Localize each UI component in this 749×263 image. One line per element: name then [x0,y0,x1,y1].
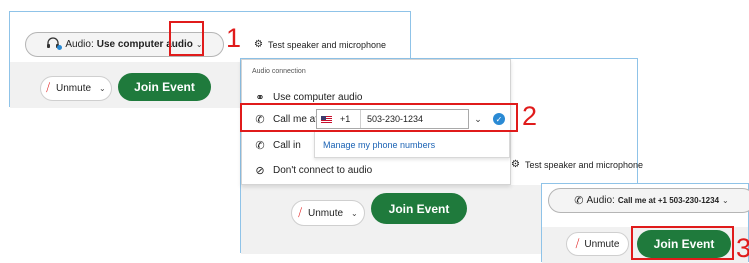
phone-callback-icon: ✆ [574,195,584,207]
step2-highlight [240,103,518,132]
mic-muted-icon: ⧸ [575,237,580,250]
audio-dropdown[interactable]: ✆ Audio: Call me at +1 503-230-1234 ⌄ [548,188,749,213]
menu-item-label: Call in [273,139,301,151]
step2-number: 2 [522,101,538,131]
step1-number: 1 [226,23,242,53]
test-speaker-link[interactable]: ⚙ Test speaker and microphone [254,39,386,50]
step3-number: 3 [736,235,749,262]
menu-item-dont-connect[interactable]: ⊘ Don't connect to audio [242,160,510,180]
chevron-down-icon: ⌄ [99,84,106,93]
chevron-down-icon: ⌄ [351,208,358,218]
test-speaker-label: Test speaker and microphone [524,159,644,170]
audio-label: Audio: [65,39,94,50]
headset-icon [46,36,63,53]
chevron-down-icon: ⌄ [722,196,729,205]
mic-muted-icon: ⧸ [46,82,51,94]
join-event-button[interactable]: Join Event [118,73,211,101]
step3-highlight [631,226,734,260]
manage-numbers-popup: Manage my phone numbers [314,131,510,158]
test-speaker-label: Test speaker and microphone [267,39,387,50]
menu-item-label: Don't connect to audio [273,164,373,176]
unmute-label: Unmute [308,207,344,219]
audio-label: Audio: [586,195,615,206]
phone-in-icon: ✆ [255,139,265,152]
unmute-label: Unmute [584,238,620,250]
unmute-button[interactable]: ⧸ Unmute ⌄ [40,76,112,101]
gear-icon: ⚙ [511,159,520,170]
mic-muted-icon: ⧸ [298,206,303,219]
block-icon: ⊘ [255,164,265,177]
test-speaker-link[interactable]: ⚙ Test speaker and microphone [511,159,643,170]
gear-icon: ⚙ [254,39,263,50]
unmute-button[interactable]: ⧸ Unmute [566,232,629,256]
unmute-label: Unmute [56,83,92,94]
audio-value: Call me at +1 503-230-1234 [617,196,720,205]
unmute-button[interactable]: ⧸ Unmute ⌄ [291,200,365,226]
menu-header: Audio connection [252,68,306,75]
headset-icon: ⚭ [255,91,265,104]
join-event-button[interactable]: Join Event [371,193,467,224]
step1-highlight [169,21,204,56]
menu-item-label: Use computer audio [273,91,363,103]
manage-numbers-link[interactable]: Manage my phone numbers [323,140,435,150]
